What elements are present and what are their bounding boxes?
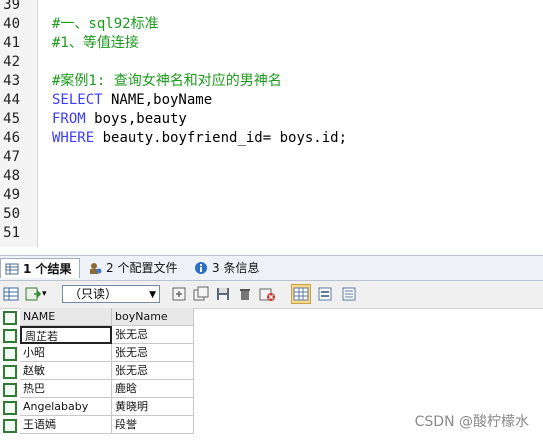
sql-comment: #1、等值连接	[52, 35, 139, 51]
grid-icon	[5, 263, 19, 275]
editor-line[interactable]: 39	[0, 0, 543, 15]
grid-header-row: NAME boyName	[0, 308, 200, 326]
export-dropdown-arrow-icon[interactable]: ▾	[42, 285, 52, 303]
editor-line[interactable]: 51	[0, 224, 543, 243]
sql-comment: #案例1: 查询女神名和对应的男神名	[52, 73, 282, 89]
table-cell[interactable]: 张无忌	[112, 344, 194, 362]
grid-mode-icon[interactable]	[291, 284, 311, 304]
code-token: beauty.boyfriend_id= boys.id;	[94, 130, 348, 146]
info-icon	[195, 262, 207, 274]
table-cell[interactable]: 热巴	[20, 380, 112, 398]
editor-line[interactable]: 41 #1、等值连接	[0, 34, 543, 53]
profile-icon	[90, 263, 102, 274]
tab-profiles[interactable]: 2 个配置文件	[84, 258, 184, 278]
trash-icon[interactable]	[236, 285, 254, 303]
line-number: 46	[3, 130, 20, 146]
line-number: 43	[3, 73, 20, 89]
text-mode-icon[interactable]	[340, 285, 358, 303]
table-cell[interactable]: 张无忌	[112, 362, 194, 380]
row-checkbox[interactable]	[3, 419, 17, 433]
tab-results[interactable]: 1 个结果	[0, 258, 80, 278]
table-row[interactable]: 王语嫣 段誉	[0, 416, 200, 434]
editor-line[interactable]: 50	[0, 205, 543, 224]
code-token: NAME,boyName	[102, 92, 213, 108]
table-cell[interactable]: 张无忌	[112, 326, 194, 344]
table-row[interactable]: 热巴 鹿晗	[0, 380, 200, 398]
column-header-name[interactable]: NAME	[20, 308, 112, 326]
line-number: 50	[3, 206, 20, 222]
editor-line[interactable]: 49	[0, 186, 543, 205]
save-icon[interactable]	[214, 285, 232, 303]
code-text: #案例1: 查询女神名和对应的男神名	[52, 72, 282, 91]
table-row[interactable]: 小昭 张无忌	[0, 344, 200, 362]
editor-line[interactable]: 42	[0, 53, 543, 72]
result-toolbar: ▾ （只读） ▼	[0, 281, 543, 309]
editor-line[interactable]: 40 #一、sql92标准	[0, 15, 543, 34]
row-checkbox[interactable]	[3, 365, 17, 379]
editor-line[interactable]: 47	[0, 148, 543, 167]
editor-line[interactable]: 46 WHERE beauty.boyfriend_id= boys.id;	[0, 129, 543, 148]
insert-row-icon[interactable]	[170, 285, 188, 303]
table-cell[interactable]: 段誉	[112, 416, 194, 434]
line-number: 49	[3, 187, 20, 203]
line-number: 41	[3, 35, 20, 51]
sql-keyword: WHERE	[52, 130, 95, 146]
line-number: 51	[3, 225, 20, 241]
result-mode-select[interactable]: （只读） ▼	[62, 285, 160, 303]
row-checkbox[interactable]	[3, 383, 17, 397]
tab-results-label: 1 个结果	[23, 262, 72, 276]
table-cell[interactable]: 周芷若	[20, 326, 112, 344]
select-all-checkbox[interactable]	[3, 311, 17, 325]
table-cell[interactable]: 王语嫣	[20, 416, 112, 434]
table-row[interactable]: 赵敏 张无忌	[0, 362, 200, 380]
line-number: 44	[3, 92, 20, 108]
chevron-down-icon: ▼	[149, 290, 156, 300]
code-text: WHERE beauty.boyfriend_id= boys.id;	[52, 129, 347, 148]
row-checkbox[interactable]	[3, 329, 17, 343]
tab-messages[interactable]: 3 条信息	[190, 258, 270, 278]
tab-profiles-label: 2 个配置文件	[106, 261, 178, 275]
row-checkbox[interactable]	[3, 347, 17, 361]
line-number: 48	[3, 168, 20, 184]
line-number: 42	[3, 54, 20, 70]
grid-view-icon[interactable]	[2, 285, 20, 303]
code-text: FROM boys,beauty	[52, 110, 187, 129]
watermark: CSDN @酸柠檬水	[414, 414, 529, 430]
row-checkbox[interactable]	[3, 401, 17, 415]
table-cell[interactable]: 鹿晗	[112, 380, 194, 398]
line-number: 45	[3, 111, 20, 127]
form-mode-icon[interactable]	[316, 285, 334, 303]
table-cell[interactable]: 黄晓明	[112, 398, 194, 416]
sql-keyword: FROM	[52, 111, 86, 127]
code-text: #一、sql92标准	[52, 15, 159, 34]
table-row[interactable]: Angelababy 黄晓明	[0, 398, 200, 416]
result-mode-value: （只读）	[69, 287, 118, 301]
sql-keyword: SELECT	[52, 92, 103, 108]
table-row[interactable]: 周芷若 张无忌	[0, 326, 200, 344]
column-header-boyname[interactable]: boyName	[112, 308, 194, 326]
line-number: 40	[3, 16, 20, 32]
editor-line[interactable]: 48	[0, 167, 543, 186]
duplicate-row-icon[interactable]	[192, 285, 210, 303]
editor-line[interactable]: 45 FROM boys,beauty	[0, 110, 543, 129]
line-number: 47	[3, 149, 20, 165]
export-icon[interactable]	[24, 285, 42, 303]
code-text: SELECT NAME,boyName	[52, 91, 212, 110]
code-token: boys,beauty	[85, 111, 187, 127]
table-cell[interactable]: 小昭	[20, 344, 112, 362]
cancel-changes-icon[interactable]	[258, 285, 276, 303]
sql-comment: #一、sql92标准	[52, 16, 159, 32]
line-number: 39	[3, 0, 20, 13]
tab-messages-label: 3 条信息	[212, 261, 260, 275]
table-cell[interactable]: 赵敏	[20, 362, 112, 380]
editor-line[interactable]: 44 SELECT NAME,boyName	[0, 91, 543, 110]
sql-editor[interactable]: 39 40 #一、sql92标准 41 #1、等值连接 42 43 #案例1: 查询女神名和对…	[0, 0, 543, 247]
result-tab-bar: 1 个结果 2 个配置文件 3 条信息	[0, 255, 543, 281]
code-text: #1、等值连接	[52, 34, 139, 53]
table-cell[interactable]: Angelababy	[20, 398, 112, 416]
editor-line[interactable]: 43 #案例1: 查询女神名和对应的男神名	[0, 72, 543, 91]
